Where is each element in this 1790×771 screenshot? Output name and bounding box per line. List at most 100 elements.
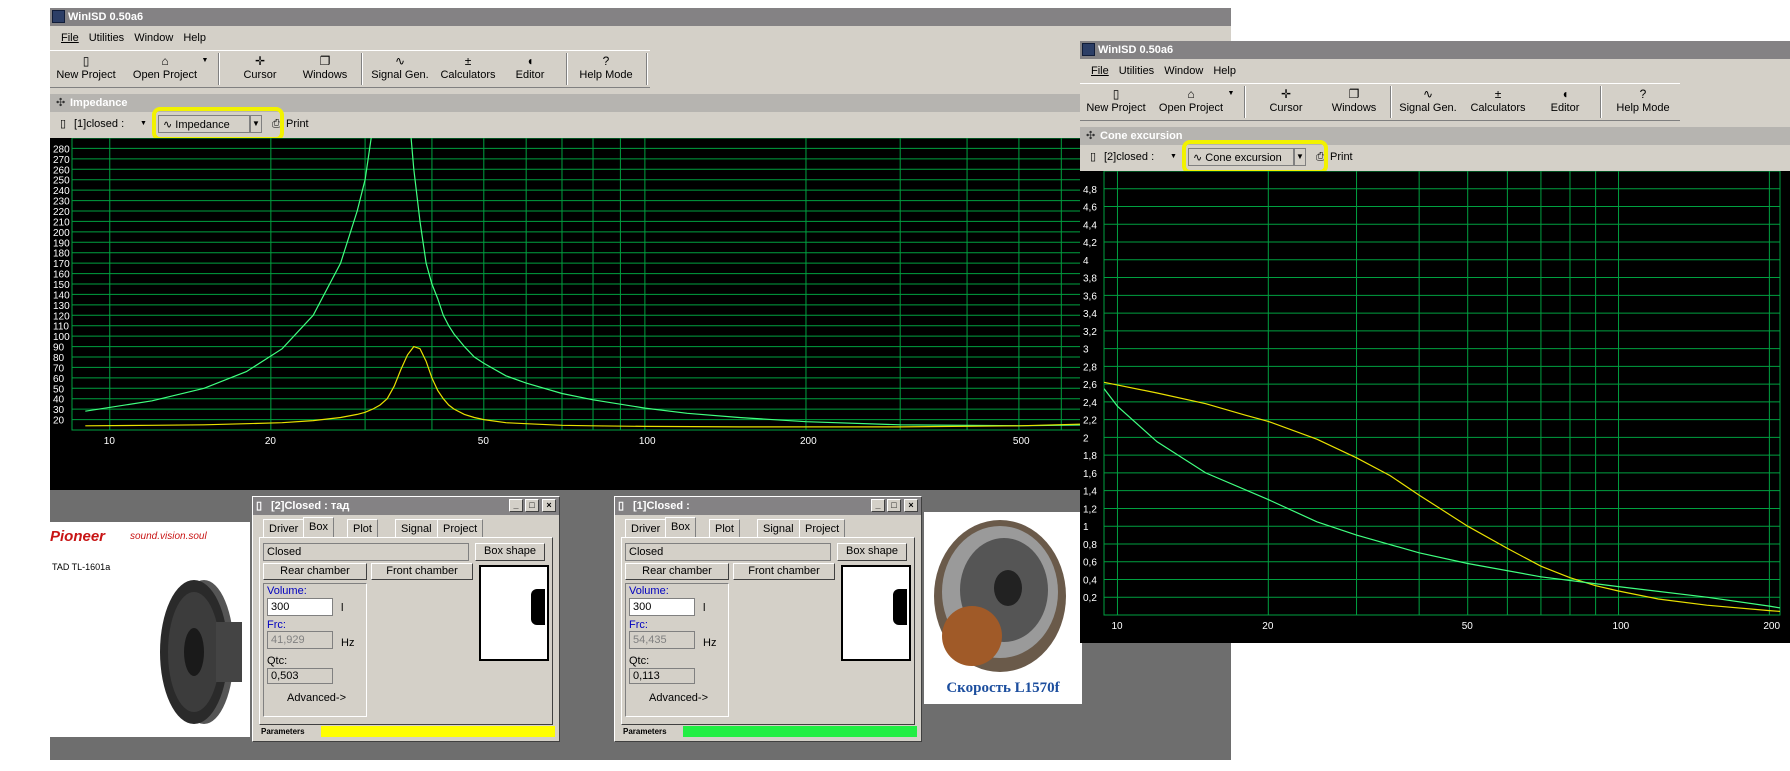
project-selector[interactable]: [1]closed : (74, 113, 124, 135)
box-type-field[interactable]: Closed (625, 543, 831, 561)
dialog-1-titlebar[interactable]: ▯ [2]Closed : тад _ □ × (253, 497, 559, 515)
new-project-button[interactable]: ▯ New Project (1086, 86, 1146, 118)
menu-help[interactable]: Help (1208, 61, 1241, 81)
help-mode-button[interactable]: ? Help Mode (572, 53, 640, 85)
dialog-1-tabs: Driver Box Plot Signal Project (263, 517, 555, 539)
open-project-dropdown[interactable]: ▼ (200, 53, 210, 85)
calculator-icon: ± (1494, 87, 1502, 101)
editor-button[interactable]: ◖ Editor (1540, 86, 1590, 118)
signal-gen-button[interactable]: ∿ Signal Gen. (368, 53, 432, 85)
tab-plot[interactable]: Plot (347, 519, 378, 537)
menu-file[interactable]: File (1086, 61, 1114, 81)
open-folder-icon: ⌂ (1187, 87, 1195, 101)
menu-file[interactable]: File (56, 28, 84, 48)
front-chamber-button[interactable]: Front chamber (371, 563, 473, 580)
impedance-plot[interactable]: 280 270 260 250 240 230 220 210 200 190 180 170 160 1… (50, 138, 1231, 490)
winisd-window-1: WinISD 0.50a6 File Utilities Window Help ▯ N… (50, 8, 1231, 490)
help-mode-button[interactable]: ? Help Mode (1610, 86, 1676, 118)
tab-project[interactable]: Project (799, 519, 846, 537)
y-tick-label: 4,4 (1083, 220, 1097, 231)
rear-chamber-button[interactable]: Rear chamber (625, 563, 729, 580)
box-shape-button[interactable]: Box shape (837, 543, 907, 561)
front-chamber-button[interactable]: Front chamber (733, 563, 835, 580)
cursor-button[interactable]: ✛ Cursor (1256, 86, 1316, 118)
maximize-button[interactable]: □ (887, 499, 901, 512)
y-tick-label: 20 (53, 416, 65, 427)
windows-button[interactable]: ❐ Windows (1324, 86, 1384, 118)
open-project-button[interactable]: ⌂ Open Project (1156, 86, 1226, 118)
advanced-button[interactable]: Advanced-> (649, 692, 708, 704)
cursor-icon: ✛ (254, 54, 266, 68)
toolbar-separator (566, 53, 568, 85)
advanced-button[interactable]: Advanced-> (287, 692, 346, 704)
series-line-yellow (85, 345, 1180, 428)
y-tick-label: 0,4 (1083, 575, 1097, 586)
project-selector-arrow-icon[interactable]: ▼ (1170, 146, 1177, 168)
tab-plot[interactable]: Plot (709, 519, 740, 537)
tab-signal[interactable]: Signal (757, 519, 800, 537)
project-selector[interactable]: [2]closed : (1104, 146, 1154, 168)
close-button[interactable]: × (904, 499, 918, 512)
y-tick-label: 4,6 (1083, 203, 1097, 214)
print-button[interactable]: Print (1330, 146, 1353, 168)
closed-box-dialog-1: ▯ [1]Closed : _ □ × Driver Box Plot Sign… (614, 496, 922, 742)
menu-utilities[interactable]: Utilities (84, 28, 129, 48)
calculators-button[interactable]: ± Calculators (1466, 86, 1530, 118)
frc-unit: Hz (703, 637, 717, 649)
series-line-green (85, 138, 1180, 427)
calculators-button[interactable]: ± Calculators (436, 53, 500, 85)
y-tick-label: 240 (53, 186, 70, 197)
volume-input[interactable]: 300 (629, 598, 695, 616)
closed-box-dialog-2: ▯ [2]Closed : тад _ □ × Driver Box Plot … (252, 496, 560, 742)
box-type-field[interactable]: Closed (263, 543, 469, 561)
y-tick-label: 0,2 (1083, 593, 1097, 604)
project-selector-arrow-icon[interactable]: ▼ (140, 113, 147, 135)
menu-window[interactable]: Window (1159, 61, 1208, 81)
minimize-button[interactable]: _ (509, 499, 523, 512)
maximize-button[interactable]: □ (525, 499, 539, 512)
y-tick-label: 140 (53, 290, 70, 301)
pioneer-model: TAD TL-1601a (52, 562, 111, 572)
dialog-icon: ▯ (256, 500, 263, 512)
y-tick-label: 220 (53, 207, 70, 218)
minimize-button[interactable]: _ (871, 499, 885, 512)
y-tick-label: 0,8 (1083, 540, 1097, 551)
dialog-icon: ▯ (618, 500, 625, 512)
new-project-button[interactable]: ▯ New Project (56, 53, 116, 85)
toolbar-separator (361, 53, 363, 85)
cursor-button[interactable]: ✛ Cursor (230, 53, 290, 85)
signal-gen-button[interactable]: ∿ Signal Gen. (1396, 86, 1460, 118)
close-button[interactable]: × (542, 499, 556, 512)
window-1-toolbar: ▯ New Project ⌂ Open Project ▼ ✛ Cursor ❐ Wi… (50, 50, 650, 88)
cone-excursion-plot[interactable]: 4,8 4,6 4,4 4,2 4 3,8 3,6 3,4 3,2 3 2,8 2,6 2,4 2,2 2 1… (1080, 171, 1790, 643)
print-button[interactable]: Print (286, 113, 309, 135)
rear-chamber-button[interactable]: Rear chamber (263, 563, 367, 580)
open-project-dropdown[interactable]: ▼ (1226, 86, 1236, 118)
tab-signal[interactable]: Signal (395, 519, 438, 537)
windows-button[interactable]: ❐ Windows (295, 53, 355, 85)
menu-help[interactable]: Help (178, 28, 211, 48)
menu-window[interactable]: Window (129, 28, 178, 48)
x-tick-label: 50 (478, 436, 490, 447)
open-project-button[interactable]: ⌂ Open Project (130, 53, 200, 85)
y-tick-label: 2,4 (1083, 398, 1097, 409)
editor-button[interactable]: ◖ Editor (505, 53, 555, 85)
menu-utilities[interactable]: Utilities (1114, 61, 1159, 81)
box-shape-button[interactable]: Box shape (475, 543, 545, 561)
series-line-yellow (1104, 381, 1780, 612)
tab-driver[interactable]: Driver (625, 519, 667, 537)
tab-box[interactable]: Box (303, 517, 334, 537)
tab-driver[interactable]: Driver (263, 519, 305, 537)
qtc-field: 0,113 (629, 668, 695, 684)
dialog-2-titlebar[interactable]: ▯ [1]Closed : _ □ × (615, 497, 921, 515)
pin-icon: ✣ (56, 97, 66, 109)
help-icon: ? (602, 54, 610, 68)
tab-box[interactable]: Box (665, 517, 696, 537)
tab-project[interactable]: Project (437, 519, 484, 537)
cone-excursion-chart: 4,8 4,6 4,4 4,2 4 3,8 3,6 3,4 3,2 3 2,8 2,6 2,4 2,2 2 1… (1083, 171, 1781, 632)
volume-input[interactable]: 300 (267, 598, 333, 616)
window-2-titlebar[interactable]: WinISD 0.50a6 (1080, 41, 1790, 59)
window-1-titlebar[interactable]: WinISD 0.50a6 (50, 8, 1231, 26)
window-1-menubar: File Utilities Window Help (50, 28, 1231, 48)
y-tick-label: 70 (53, 363, 65, 374)
